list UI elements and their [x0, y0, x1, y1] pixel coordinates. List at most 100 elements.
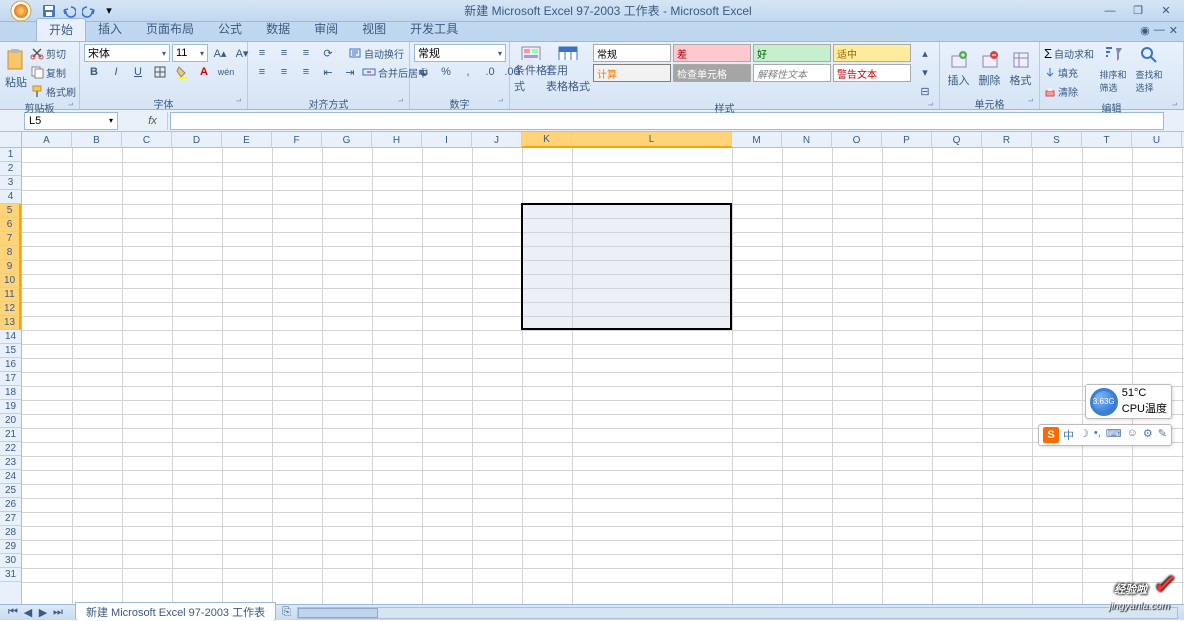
cut-button[interactable]: 剪切: [30, 44, 76, 62]
font-size-combo[interactable]: 11▾: [172, 44, 208, 62]
row-header-4[interactable]: 4: [0, 190, 21, 204]
tab-4[interactable]: 数据: [254, 18, 302, 41]
inc-decimal-icon[interactable]: .0: [480, 63, 500, 81]
row-header-20[interactable]: 20: [0, 414, 21, 428]
maximize-button[interactable]: ❐: [1126, 4, 1150, 18]
clear-button[interactable]: 清除: [1044, 82, 1094, 100]
tab-7[interactable]: 开发工具: [398, 18, 470, 41]
row-header-2[interactable]: 2: [0, 162, 21, 176]
tab-0[interactable]: 开始: [36, 18, 86, 41]
grow-font-icon[interactable]: A▴: [210, 44, 230, 62]
formula-input[interactable]: [170, 112, 1164, 130]
sheet-nav[interactable]: ⏮◀▶⏭: [0, 606, 71, 619]
col-header-U[interactable]: U: [1132, 132, 1182, 148]
ime-item[interactable]: •,: [1094, 427, 1101, 443]
row-header-11[interactable]: 11: [0, 288, 21, 302]
row-header-9[interactable]: 9: [0, 260, 21, 274]
col-header-T[interactable]: T: [1082, 132, 1132, 148]
col-header-S[interactable]: S: [1032, 132, 1082, 148]
row-header-1[interactable]: 1: [0, 148, 21, 162]
col-header-L[interactable]: L: [572, 132, 732, 148]
fx-button[interactable]: fx: [138, 112, 168, 130]
row-header-16[interactable]: 16: [0, 358, 21, 372]
tab-3[interactable]: 公式: [206, 18, 254, 41]
row-header-24[interactable]: 24: [0, 470, 21, 484]
col-header-C[interactable]: C: [122, 132, 172, 148]
conditional-format-button[interactable]: 条件格式: [514, 44, 547, 94]
column-headers[interactable]: ABCDEFGHIJKLMNOPQRSTU: [22, 132, 1184, 148]
row-header-19[interactable]: 19: [0, 400, 21, 414]
style-常规[interactable]: 常规: [593, 44, 671, 62]
row-header-6[interactable]: 6: [0, 218, 21, 232]
col-header-B[interactable]: B: [72, 132, 122, 148]
align-bottom-icon[interactable]: ≡: [296, 44, 316, 62]
ime-item[interactable]: ✎: [1158, 427, 1167, 443]
style-差[interactable]: 差: [673, 44, 751, 62]
row-header-15[interactable]: 15: [0, 344, 21, 358]
ime-toolbar[interactable]: S 中☽•,⌨☺⚙✎: [1038, 424, 1172, 446]
style-解释性文本[interactable]: 解释性文本: [753, 64, 831, 82]
row-header-31[interactable]: 31: [0, 568, 21, 582]
underline-icon[interactable]: U: [128, 63, 148, 81]
align-top-icon[interactable]: ≡: [252, 44, 272, 62]
ime-item[interactable]: ⚙: [1143, 427, 1153, 443]
bold-icon[interactable]: B: [84, 63, 104, 81]
percent-icon[interactable]: %: [436, 63, 456, 81]
orientation-icon[interactable]: ⟳: [318, 44, 338, 62]
phonetic-icon[interactable]: wén: [216, 63, 236, 81]
align-left-icon[interactable]: ≡: [252, 63, 272, 81]
row-header-14[interactable]: 14: [0, 330, 21, 344]
col-header-E[interactable]: E: [222, 132, 272, 148]
col-header-P[interactable]: P: [882, 132, 932, 148]
row-header-21[interactable]: 21: [0, 428, 21, 442]
border-icon[interactable]: [150, 63, 170, 81]
copy-button[interactable]: 复制: [30, 63, 76, 81]
row-header-3[interactable]: 3: [0, 176, 21, 190]
row-header-30[interactable]: 30: [0, 554, 21, 568]
tab-5[interactable]: 审阅: [302, 18, 350, 41]
col-header-H[interactable]: H: [372, 132, 422, 148]
ime-item[interactable]: ☽: [1079, 427, 1089, 443]
paste-button[interactable]: 粘贴: [4, 44, 28, 94]
row-header-27[interactable]: 27: [0, 512, 21, 526]
undo-icon[interactable]: [60, 2, 78, 20]
col-header-R[interactable]: R: [982, 132, 1032, 148]
horizontal-scrollbar[interactable]: [297, 607, 1178, 619]
col-header-J[interactable]: J: [472, 132, 522, 148]
style-检查单元格[interactable]: 检查单元格: [673, 64, 751, 82]
gallery-down-icon[interactable]: ▾: [915, 63, 935, 81]
select-all-corner[interactable]: [0, 132, 22, 148]
row-header-23[interactable]: 23: [0, 456, 21, 470]
col-header-G[interactable]: G: [322, 132, 372, 148]
row-header-25[interactable]: 25: [0, 484, 21, 498]
row-header-26[interactable]: 26: [0, 498, 21, 512]
minimize-button[interactable]: —: [1098, 4, 1122, 18]
ribbon-minimize-icon[interactable]: —: [1154, 24, 1165, 37]
row-header-17[interactable]: 17: [0, 372, 21, 386]
italic-icon[interactable]: I: [106, 63, 126, 81]
format-table-button[interactable]: 套用 表格格式: [549, 44, 587, 94]
col-header-D[interactable]: D: [172, 132, 222, 148]
new-sheet-icon[interactable]: ⎘: [282, 606, 291, 619]
cpu-widget[interactable]: 3.63G 51°CCPU温度: [1085, 384, 1172, 419]
qat-dropdown-icon[interactable]: ▾: [100, 2, 118, 20]
col-header-I[interactable]: I: [422, 132, 472, 148]
align-middle-icon[interactable]: ≡: [274, 44, 294, 62]
tab-6[interactable]: 视图: [350, 18, 398, 41]
col-header-N[interactable]: N: [782, 132, 832, 148]
col-header-M[interactable]: M: [732, 132, 782, 148]
find-select-button[interactable]: 查找和 选择: [1132, 44, 1166, 94]
row-header-12[interactable]: 12: [0, 302, 21, 316]
gallery-more-icon[interactable]: ⊟: [915, 82, 935, 100]
fill-color-icon[interactable]: [172, 63, 192, 81]
style-警告文本[interactable]: 警告文本: [833, 64, 911, 82]
accounting-icon[interactable]: ☯: [414, 63, 434, 81]
row-header-18[interactable]: 18: [0, 386, 21, 400]
row-header-5[interactable]: 5: [0, 204, 21, 218]
ime-item[interactable]: ☺: [1127, 427, 1138, 443]
worksheet-grid[interactable]: ABCDEFGHIJKLMNOPQRSTU 123456789101112131…: [0, 132, 1184, 604]
style-好[interactable]: 好: [753, 44, 831, 62]
ribbon-help-icon[interactable]: ◉: [1140, 24, 1150, 37]
format-cells-button[interactable]: 格式: [1006, 44, 1035, 94]
style-适中[interactable]: 适中: [833, 44, 911, 62]
